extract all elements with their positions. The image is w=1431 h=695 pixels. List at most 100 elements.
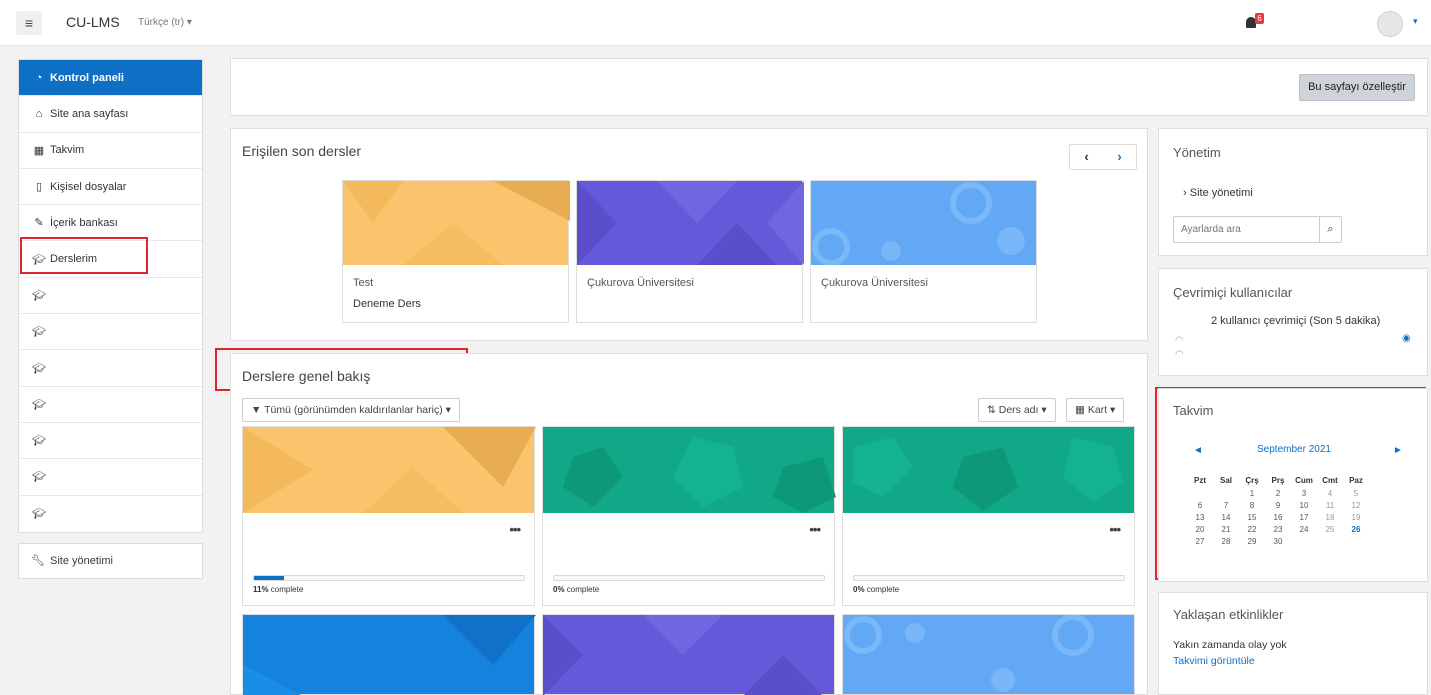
recent-pager: ‹ › <box>1069 144 1137 170</box>
calendar-day[interactable]: 15 <box>1239 511 1265 523</box>
eye-icon[interactable]: ◉ <box>1402 333 1411 344</box>
calendar-day[interactable]: 7 <box>1213 499 1239 511</box>
calendar-month[interactable]: September 2021 <box>1257 444 1331 455</box>
nav-item-dashboard[interactable]: ◔ Kontrol paneli <box>19 60 202 97</box>
calendar-day[interactable]: 4 <box>1317 487 1343 499</box>
nav-item-private-files[interactable]: ▯ Kişisel dosyalar <box>19 169 202 206</box>
calendar-day[interactable]: 29 <box>1239 535 1265 547</box>
calendar-week: 12345 <box>1187 487 1369 499</box>
calendar-day[interactable]: 27 <box>1187 535 1213 547</box>
course-actions-menu[interactable]: ••• <box>809 522 821 537</box>
calendar-day[interactable]: 25 <box>1317 523 1343 535</box>
calendar-day[interactable]: 17 <box>1291 511 1317 523</box>
graduation-cap-icon: 🎓︎ <box>32 289 46 302</box>
calendar-day[interactable]: 19 <box>1343 511 1369 523</box>
graduation-cap-icon: 🎓︎ <box>32 471 46 484</box>
course-card[interactable] <box>242 614 536 695</box>
course-name[interactable]: Deneme Ders <box>353 298 421 310</box>
progress-fill <box>254 576 284 580</box>
course-image <box>343 181 570 265</box>
site-brand[interactable]: CU-LMS <box>66 14 120 30</box>
grouping-filter-dropdown[interactable]: ▼ Tümü (görünümden kaldırılanlar hariç) … <box>242 398 460 422</box>
nav-item-my-courses[interactable]: 🎓︎ Derslerim <box>19 241 202 278</box>
nav-item-content-bank[interactable]: ✎ İçerik bankası <box>19 205 202 242</box>
view-dropdown[interactable]: ▦ Kart ▾ <box>1066 398 1125 422</box>
hamburger-icon[interactable]: ≡ <box>16 11 42 35</box>
course-image <box>843 427 1134 513</box>
course-card[interactable] <box>842 614 1135 695</box>
nav-item-course[interactable]: 🎓︎ <box>19 459 202 496</box>
user-avatar-icon: ◠ <box>1175 349 1184 360</box>
search-icon[interactable]: ⌕ <box>1319 217 1341 242</box>
calendar-day[interactable]: 13 <box>1187 511 1213 523</box>
course-card[interactable]: ••• 0% complete <box>542 426 836 606</box>
course-overview-title: Derslere genel bakış <box>242 368 371 384</box>
next-month-arrow-icon[interactable]: ► <box>1393 445 1403 456</box>
next-arrow-icon[interactable]: › <box>1103 145 1136 169</box>
nav-item-course[interactable]: 🎓︎ <box>19 278 202 315</box>
calendar-day[interactable]: 6 <box>1187 499 1213 511</box>
calendar-day[interactable]: 3 <box>1291 487 1317 499</box>
customize-page-button[interactable]: Bu sayfayı özelleştir <box>1299 74 1415 101</box>
go-to-calendar-link[interactable]: Takvimi görüntüle <box>1173 655 1255 667</box>
course-actions-menu[interactable]: ••• <box>509 522 521 537</box>
calendar-day[interactable]: 12 <box>1343 499 1369 511</box>
course-category: Test <box>353 277 374 289</box>
course-actions-menu[interactable]: ••• <box>1109 522 1121 537</box>
nav-item-course[interactable]: 🎓︎ <box>19 387 202 423</box>
calendar-day[interactable]: 9 <box>1265 499 1291 511</box>
calendar-day[interactable]: 24 <box>1291 523 1317 535</box>
calendar-day[interactable]: 23 <box>1265 523 1291 535</box>
calendar-day[interactable]: 5 <box>1343 487 1369 499</box>
course-card[interactable]: ••• 0% complete <box>842 426 1135 606</box>
language-label: Türkçe ‎(tr)‎ <box>138 17 185 28</box>
calendar-day[interactable]: 21 <box>1213 523 1239 535</box>
administration-title: Yönetim <box>1173 145 1221 160</box>
calendar-day[interactable]: 26 <box>1343 523 1369 535</box>
notifications-button[interactable]: 6 <box>1246 13 1268 33</box>
chevron-down-icon: ▾ <box>1041 404 1047 416</box>
calendar-day[interactable]: 22 <box>1239 523 1265 535</box>
filter-label: Tümü (görünümden kaldırılanlar hariç) <box>264 404 443 416</box>
calendar-icon: ▦ <box>33 144 45 157</box>
user-menu-chevron-icon[interactable]: ▾ <box>1413 16 1418 27</box>
language-menu[interactable]: Türkçe ‎(tr)‎ ▾ <box>138 17 192 28</box>
prev-month-arrow-icon[interactable]: ◄ <box>1193 445 1203 456</box>
administration-block: Yönetim › Site yönetimi ⌕ <box>1158 128 1428 256</box>
course-image <box>844 614 1094 692</box>
calendar-day[interactable]: 14 <box>1213 511 1239 523</box>
prev-arrow-icon[interactable]: ‹ <box>1070 145 1103 169</box>
course-card[interactable]: ••• 11% complete <box>242 426 536 606</box>
calendar-day[interactable]: 8 <box>1239 499 1265 511</box>
nav-item-course[interactable]: 🎓︎ <box>19 496 202 532</box>
progress-bar <box>853 575 1125 581</box>
calendar-day[interactable]: 20 <box>1187 523 1213 535</box>
course-card[interactable] <box>542 614 835 695</box>
graduation-cap-icon: 🎓︎ <box>32 253 46 266</box>
calendar-day[interactable]: 10 <box>1291 499 1317 511</box>
nav-item-site-admin[interactable]: 🔧︎ Site yönetimi <box>18 542 203 579</box>
site-admin-link[interactable]: › Site yönetimi <box>1183 187 1253 199</box>
calendar-day[interactable]: 1 <box>1239 487 1265 499</box>
nav-item-calendar[interactable]: ▦ Takvim <box>19 133 202 169</box>
calendar-day[interactable]: 16 <box>1265 511 1291 523</box>
nav-item-site-home[interactable]: ⌂ Site ana sayfası <box>19 96 202 133</box>
graduation-cap-icon: 🎓︎ <box>32 508 46 521</box>
nav-item-course[interactable]: 🎓︎ <box>19 350 202 387</box>
recent-course-card[interactable]: Çukurova Üniversitesi <box>810 180 1037 323</box>
settings-search-input[interactable] <box>1174 217 1322 242</box>
course-image <box>543 427 836 513</box>
wrench-icon: 🔧︎ <box>31 555 45 568</box>
nav-item-course[interactable]: 🎓︎ <box>19 314 202 351</box>
calendar-day[interactable]: 11 <box>1317 499 1343 511</box>
weekday-header: Sal <box>1219 475 1232 485</box>
calendar-day[interactable]: 2 <box>1265 487 1291 499</box>
user-avatar[interactable] <box>1377 11 1403 37</box>
calendar-day[interactable]: 30 <box>1265 535 1291 547</box>
calendar-day[interactable]: 18 <box>1317 511 1343 523</box>
recent-course-card[interactable]: Çukurova Üniversitesi <box>576 180 804 323</box>
calendar-day[interactable]: 28 <box>1213 535 1239 547</box>
sort-dropdown[interactable]: ⇅ Ders adı ▾ <box>978 398 1056 422</box>
nav-item-course[interactable]: 🎓︎ <box>19 423 202 460</box>
recent-course-card[interactable]: Test Deneme Ders <box>342 180 570 323</box>
